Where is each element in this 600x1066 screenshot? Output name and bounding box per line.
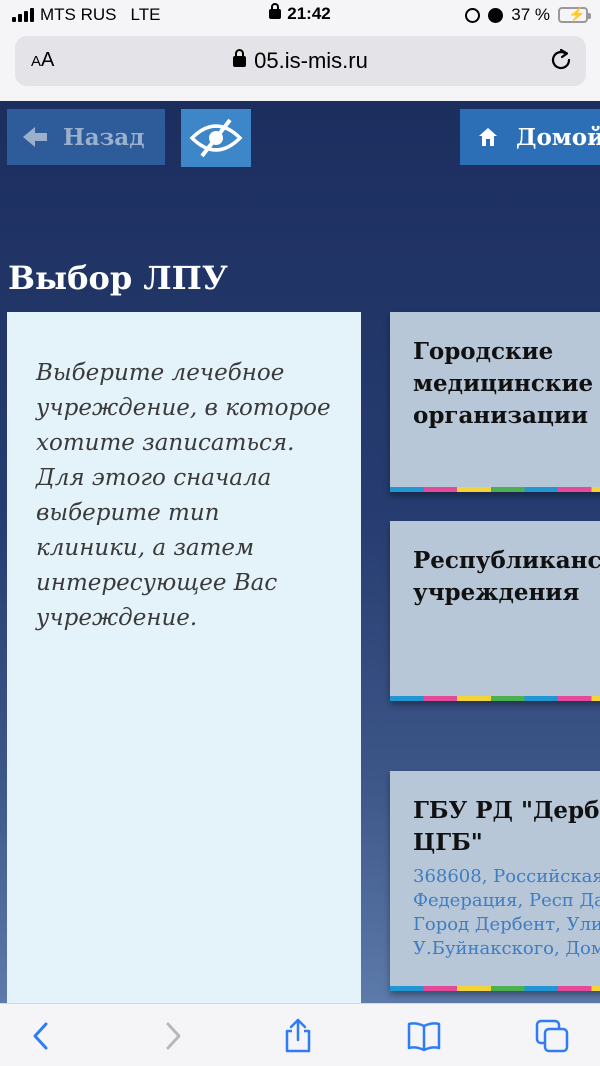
back-button-label: Назад (63, 123, 145, 151)
instructions-panel: Выберите лечебное учреждение, в которое … (7, 312, 361, 1003)
clock: 21:42 (287, 4, 331, 23)
web-content: Назад Домой Выбор ЛПУ Выберите лечебное … (0, 101, 600, 1003)
share-icon[interactable] (280, 1018, 316, 1054)
card-title: ГБУ РД "Дербентская ЦГБ" (413, 797, 600, 856)
instructions-text: Выберите лечебное учреждение, в которое … (36, 360, 331, 631)
card-title: Республиканские учреждения (413, 547, 600, 606)
charging-icon: ⚡ (568, 6, 586, 22)
page-title: Выбор ЛПУ (8, 259, 228, 297)
tabs-icon[interactable] (534, 1018, 570, 1054)
back-button[interactable]: Назад (7, 109, 165, 165)
forward-icon[interactable] (154, 1018, 190, 1054)
color-stripe (390, 696, 600, 701)
clinic-card-derbent[interactable]: ГБУ РД "Дербентская ЦГБ" 368608, Российс… (390, 771, 600, 991)
home-icon (479, 128, 497, 146)
clinic-type-card-republic[interactable]: Республиканские учреждения (390, 521, 600, 701)
status-right: 37 % ⚡ (465, 5, 591, 25)
home-button[interactable]: Домой (460, 109, 600, 165)
orientation-lock-icon (465, 7, 481, 23)
battery-icon: ⚡ (558, 6, 591, 23)
url-field[interactable]: 05.is-mis.ru (15, 48, 586, 74)
clinic-type-card-city[interactable]: Городские медицинские организации (390, 312, 600, 492)
card-address: 368608, Российская Федерация, Респ Дагес… (413, 866, 600, 959)
browser-toolbar (0, 1003, 600, 1066)
status-bar: MTS RUS LTE 21:42 37 % ⚡ (0, 0, 600, 30)
url-text: 05.is-mis.ru (254, 48, 368, 73)
alarm-icon (488, 7, 504, 23)
address-bar[interactable]: AA 05.is-mis.ru (15, 36, 586, 86)
arrow-left-icon (23, 127, 47, 147)
card-title: Городские медицинские организации (413, 338, 594, 429)
lock-icon (233, 49, 247, 67)
color-stripe (390, 487, 600, 492)
back-icon[interactable] (24, 1018, 60, 1054)
reload-icon[interactable] (548, 47, 574, 73)
color-stripe (390, 986, 600, 991)
lock-icon (269, 3, 282, 19)
eye-off-icon (189, 118, 243, 158)
home-button-label: Домой (516, 123, 600, 151)
bookmarks-icon[interactable] (406, 1018, 442, 1054)
battery-percent: 37 % (511, 5, 550, 24)
accessibility-button[interactable] (181, 109, 251, 167)
